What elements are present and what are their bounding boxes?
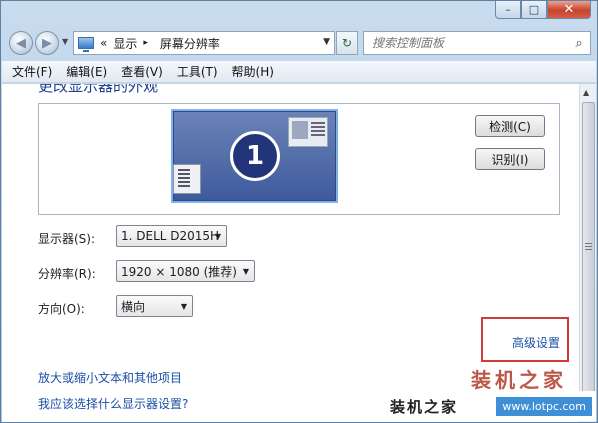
forward-arrow-icon: ▶ [42,35,52,51]
caption-buttons: – □ ✕ [495,1,591,19]
maximize-button[interactable]: □ [521,1,547,19]
display-settings-help-link[interactable]: 我应该选择什么显示器设置? [38,395,188,412]
display-select-value: 1. DELL D2015H [121,229,220,243]
chevron-down-icon: ▼ [214,232,221,241]
identify-button[interactable]: 识别(I) [475,148,545,170]
search-input[interactable] [364,33,568,53]
breadcrumb-prefix[interactable]: « [100,36,107,50]
advanced-settings-highlight: 高级设置 [481,317,569,362]
menu-file[interactable]: 文件(F) [12,63,52,80]
menu-tools[interactable]: 工具(T) [177,63,218,80]
page-title: 更改显示器的外观 [38,84,159,95]
scroll-up-icon[interactable]: ▲ [583,88,589,97]
display-preview-area: 1 检测(C) 识别(I) [38,103,560,215]
display-label: 显示器(S): [38,232,96,246]
text-size-link[interactable]: 放大或缩小文本和其他项目 [38,369,182,386]
resolution-label: 分辨率(R): [38,267,96,281]
refresh-icon: ↻ [341,36,353,50]
close-button[interactable]: ✕ [547,1,591,19]
menu-edit[interactable]: 编辑(E) [66,63,107,80]
detect-button[interactable]: 检测(C) [475,115,545,137]
window-thumbnail-icon [288,117,328,147]
menu-view[interactable]: 查看(V) [121,63,163,80]
navigation-bar: ◀ ▶ ▼ « 显示 ▸ 屏幕分辨率 ▼ ↻ ⌕ [1,27,597,59]
chevron-down-icon: ▼ [180,302,187,311]
advanced-settings-link[interactable]: 高级设置 [512,334,560,351]
menu-help[interactable]: 帮助(H) [232,63,274,80]
monitor-icon [78,37,94,52]
display-select[interactable]: 1. DELL D2015H ▼ [116,225,227,247]
watermark-url: www.lotpc.com [496,396,592,416]
resolution-select-value: 1920 × 1080 (推荐) [121,264,237,279]
refresh-button[interactable]: ↻ [336,31,358,55]
back-button[interactable]: ◀ [9,31,33,55]
chevron-down-icon: ▼ [242,267,249,276]
watermark-brand: 装机之家 [390,397,459,416]
back-arrow-icon: ◀ [16,35,26,51]
orientation-select-value: 横向 [121,299,146,314]
minimize-button[interactable]: – [495,1,521,19]
menu-bar: 文件(F) 编辑(E) 查看(V) 工具(T) 帮助(H) [2,61,596,83]
recent-pages-chevron-down-icon[interactable]: ▼ [62,37,68,46]
control-panel-window: – □ ✕ ◀ ▶ ▼ « 显示 ▸ 屏幕分辨率 ▼ ↻ ⌕ 文件(F) 编辑(… [0,0,598,423]
orientation-select[interactable]: 横向 ▼ [116,295,193,317]
forward-button[interactable]: ▶ [35,31,59,55]
search-box: ⌕ [363,31,591,55]
taskbar-thumbnail-icon [173,164,201,194]
orientation-label: 方向(O): [38,302,85,316]
search-icon[interactable]: ⌕ [568,36,590,51]
address-chevron-down-icon[interactable]: ▼ [323,37,330,47]
breadcrumb-display[interactable]: 显示 [113,35,137,52]
breadcrumb-screen-resolution[interactable]: 屏幕分辨率 [160,35,220,52]
watermark-banner: 装机之家 www.lotpc.com [386,391,596,421]
address-bar[interactable]: « 显示 ▸ 屏幕分辨率 ▼ [73,31,335,55]
breadcrumb-separator-icon[interactable]: ▸ [143,38,148,48]
vertical-scrollbar[interactable]: ▲ ▼ [579,84,596,422]
scroll-thumb[interactable] [582,102,595,397]
display-number-badge: 1 [230,131,280,181]
resolution-select[interactable]: 1920 × 1080 (推荐) ▼ [116,260,255,282]
watermark-overlay: 装机之家 [471,368,567,392]
